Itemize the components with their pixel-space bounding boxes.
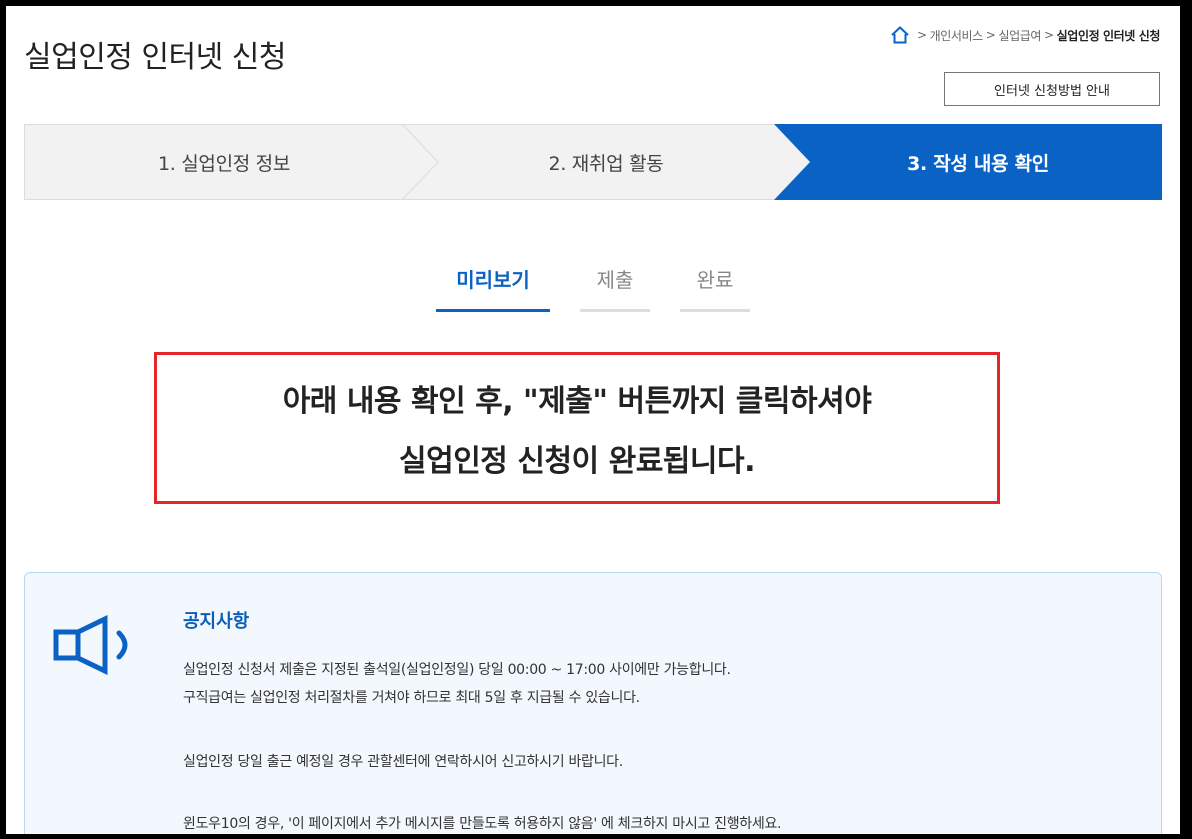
notice-panel: 공지사항 실업인정 신청서 제출은 지정된 출석일(실업인정일) 당일 00:0… xyxy=(24,572,1162,834)
guide-button[interactable]: 인터넷 신청방법 안내 xyxy=(944,72,1160,106)
notice-line-3: 실업인정 당일 출근 예정일 경우 관할센터에 연락하시어 신고하시기 바랍니다… xyxy=(183,754,623,770)
notice-line-1: 실업인정 신청서 제출은 지정된 출석일(실업인정일) 당일 00:00 ~ 1… xyxy=(183,662,731,678)
submit-warning-box: 아래 내용 확인 후, "제출" 버튼까지 클릭하셔야 실업인정 신청이 완료됩… xyxy=(154,352,1000,504)
warning-line-1: 아래 내용 확인 후, "제출" 버튼까지 클릭하셔야 xyxy=(282,384,872,419)
breadcrumb-separator: > xyxy=(916,28,927,42)
speaker-icon xyxy=(53,615,128,675)
notice-line-4: 윈도우10의 경우, '이 페이지에서 추가 메시지를 만들도록 허용하지 않음… xyxy=(183,816,782,832)
app-frame: 실업인정 인터넷 신청 > 개인서비스 > 실업급여 > 실업인정 인터넷 신청… xyxy=(6,6,1180,834)
subtab-preview[interactable]: 미리보기 xyxy=(436,264,550,312)
step-1: 1. 실업인정 정보 xyxy=(157,152,291,175)
step-2: 2. 재취업 활동 xyxy=(548,152,664,175)
sub-tabs: 미리보기 제출 완료 xyxy=(6,264,1180,312)
home-icon[interactable] xyxy=(890,26,910,44)
breadcrumb-current: 실업인정 인터넷 신청 xyxy=(1056,28,1161,43)
notice-heading: 공지사항 xyxy=(183,611,250,632)
step-3-active: 3. 작성 내용 확인 xyxy=(907,152,1049,175)
breadcrumb-separator: > xyxy=(1044,28,1054,42)
page-title: 실업인정 인터넷 신청 xyxy=(24,40,286,75)
subtab-complete[interactable]: 완료 xyxy=(680,264,750,312)
subtab-submit[interactable]: 제출 xyxy=(580,264,650,312)
breadcrumb-item-benefit[interactable]: 실업급여 xyxy=(998,27,1041,44)
breadcrumb: > 개인서비스 > 실업급여 > 실업인정 인터넷 신청 xyxy=(890,26,1160,44)
breadcrumb-item-personal[interactable]: 개인서비스 xyxy=(930,27,984,44)
breadcrumb-separator: > xyxy=(985,28,996,42)
notice-line-2: 구직급여는 실업인정 처리절차를 거쳐야 하므로 최대 5일 후 지급될 수 있… xyxy=(183,690,640,706)
warning-line-2: 실업인정 신청이 완료됩니다. xyxy=(399,444,756,479)
step-indicator: 1. 실업인정 정보 2. 재취업 활동 3. 작성 내용 확인 xyxy=(24,124,1162,200)
